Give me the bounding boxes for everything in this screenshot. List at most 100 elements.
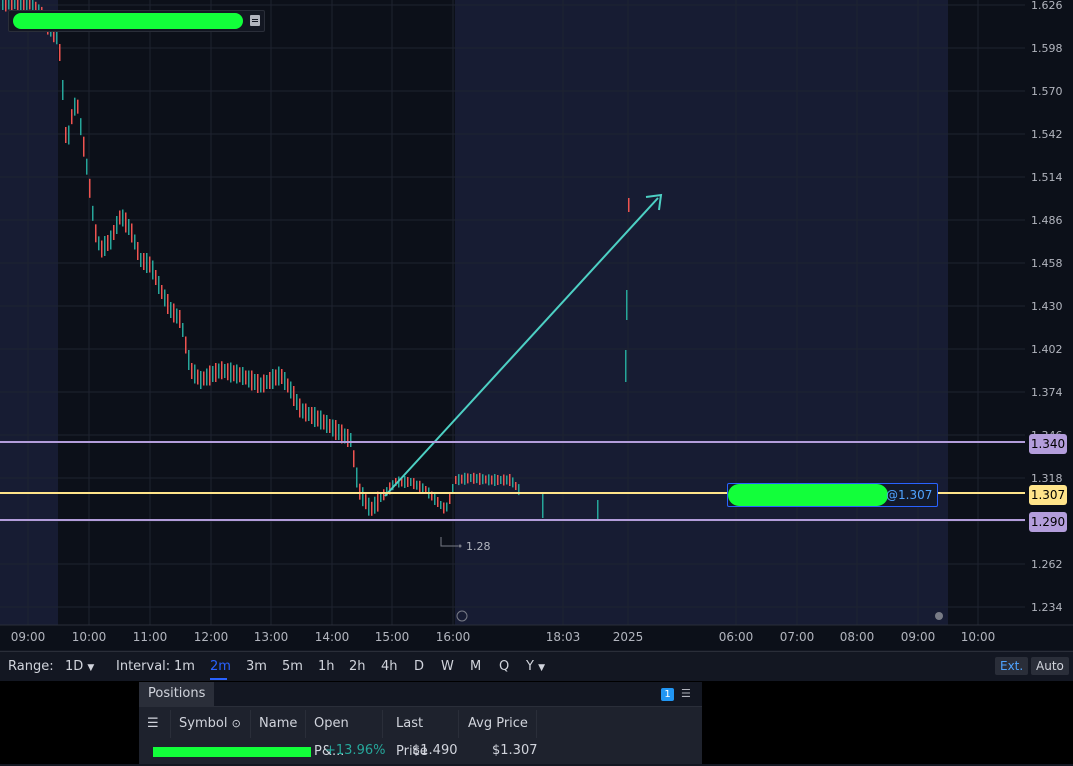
candle: [368, 497, 370, 516]
candle: [173, 303, 175, 323]
interval-d[interactable]: D: [414, 659, 424, 674]
candle: [383, 489, 385, 501]
candle: [485, 475, 487, 484]
interval-4h[interactable]: 4h: [381, 659, 398, 674]
interval-5m[interactable]: 5m: [282, 659, 303, 674]
candle: [284, 372, 286, 390]
candle: [194, 364, 196, 384]
candle: [266, 375, 268, 389]
candle: [185, 336, 187, 354]
price-chart[interactable]: 1.28 1.626 1.598 1.570 1.542 1.514 1.486 1.458…: [0, 0, 1073, 650]
time-axis-label: 14:00: [315, 630, 350, 644]
interval-1h[interactable]: 1h: [318, 659, 335, 674]
chevron-down-icon: ▼: [87, 663, 95, 673]
candle: [80, 118, 82, 136]
column-avg-price[interactable]: Avg Price: [459, 710, 537, 738]
candle: [77, 99, 79, 114]
candle: [95, 224, 97, 243]
time-axis-label: 16:00: [436, 630, 471, 644]
candle: [359, 483, 361, 500]
candle: [515, 482, 517, 490]
time-axis-label: 15:00: [375, 630, 410, 644]
extended-hours-button[interactable]: Ext.: [995, 657, 1029, 675]
candle: [17, 0, 19, 11]
interval-y-label: Y: [526, 659, 534, 674]
interval-2h[interactable]: 2h: [349, 659, 366, 674]
candle: [413, 478, 415, 490]
range-select[interactable]: 1D ▼: [65, 659, 94, 674]
positions-count-badge: 1: [661, 688, 674, 701]
time-axis-label: 08:00: [840, 630, 875, 644]
price-axis-label: 1.598: [1031, 42, 1063, 55]
price-axis-label: 1.458: [1031, 257, 1063, 270]
candle: [158, 276, 160, 294]
positions-tab[interactable]: Positions: [139, 682, 215, 706]
price-axis-label: 1.262: [1031, 558, 1063, 571]
candle: [239, 367, 241, 383]
column-open-pl[interactable]: Open P&...: [306, 710, 383, 759]
candle: [434, 493, 436, 505]
symbol-legend[interactable]: [8, 10, 265, 32]
candle: [215, 363, 217, 382]
candle: [470, 474, 472, 482]
time-axis-label: 09:00: [901, 630, 936, 644]
column-name[interactable]: Name: [251, 710, 306, 738]
premarket-session-bg: [0, 0, 58, 625]
interval-q[interactable]: Q: [499, 659, 509, 674]
column-symbol[interactable]: Symbol ⊙: [171, 710, 251, 738]
candle: [437, 497, 439, 507]
candle: [476, 474, 478, 484]
candle: [377, 491, 379, 512]
candle: [176, 308, 178, 324]
time-axis-label: 09:00: [11, 630, 46, 644]
candle: [275, 369, 277, 386]
candle: [269, 372, 271, 389]
candle: [59, 44, 61, 61]
candle: [83, 136, 85, 157]
candle: [628, 198, 630, 212]
menu-icon[interactable]: [250, 15, 260, 26]
candle: [341, 424, 343, 444]
table-row[interactable]: +13.96% $1.490 $1.307: [139, 738, 702, 764]
time-axis[interactable]: 09:00 10:00 11:00 12:00 13:00 14:00 15:00 16:00…: [11, 630, 996, 644]
candle: [233, 365, 235, 382]
candle: [140, 253, 142, 267]
candle: [293, 386, 295, 406]
interval-1m[interactable]: 1m: [174, 659, 195, 674]
chart-area[interactable]: 1.28 1.626 1.598 1.570 1.542 1.514 1.486 1.458…: [0, 0, 1073, 650]
interval-y[interactable]: Y ▼: [526, 659, 545, 674]
candle: [89, 178, 91, 198]
candle: [257, 374, 259, 393]
candle: [482, 474, 484, 485]
time-axis-label: 06:00: [719, 630, 754, 644]
low-marker-dot: [458, 544, 462, 548]
candle: [128, 219, 130, 235]
candle: [458, 474, 460, 486]
price-axis-label: 1.430: [1031, 300, 1063, 313]
price-tag-1340: 1.340: [1029, 434, 1067, 454]
time-axis-label: 13:00: [254, 630, 289, 644]
candle: [380, 494, 382, 502]
candle: [323, 414, 325, 430]
candle: [125, 212, 127, 233]
chevron-down-icon: ▼: [538, 663, 546, 673]
interval-2m[interactable]: 2m: [210, 659, 231, 674]
candle: [296, 394, 298, 410]
candle: [491, 475, 493, 485]
list-icon[interactable]: ☰: [681, 688, 693, 700]
interval-3m[interactable]: 3m: [246, 659, 267, 674]
candle: [419, 480, 421, 493]
interval-m[interactable]: M: [470, 659, 481, 674]
candle: [152, 260, 154, 280]
candle: [365, 494, 367, 510]
interval-w[interactable]: W: [441, 659, 454, 674]
candle: [625, 350, 627, 382]
price-tag-1290: 1.290: [1029, 512, 1067, 532]
last-price-value: $1.490: [412, 743, 458, 758]
columns-menu-icon[interactable]: ☰: [139, 710, 171, 738]
auto-scale-button[interactable]: Auto: [1031, 657, 1069, 675]
candle: [494, 474, 496, 486]
column-last-price[interactable]: Last Price: [383, 710, 459, 759]
position-order-tag[interactable]: @1.307: [727, 483, 938, 507]
candle: [71, 109, 73, 125]
